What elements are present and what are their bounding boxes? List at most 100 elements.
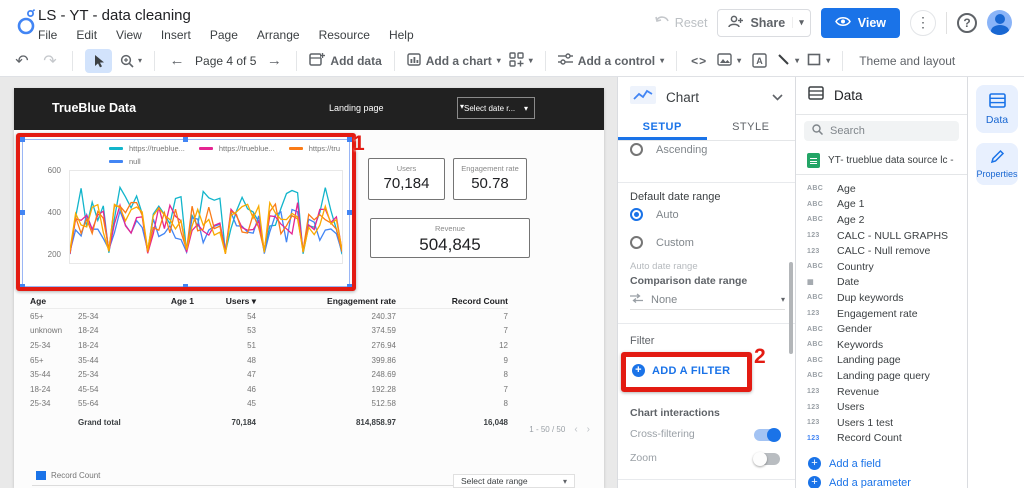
report-title[interactable]: LS - YT - data cleaning bbox=[38, 7, 191, 24]
add-image-button[interactable]: ▾ bbox=[717, 52, 741, 69]
shape-tool-button[interactable]: ▾ bbox=[807, 53, 830, 69]
rail-data-button[interactable]: Data bbox=[976, 85, 1018, 133]
table-row[interactable]: 65+ 35-44 48 399.86 9 bbox=[30, 353, 508, 368]
field-item[interactable]: ABC Landing page query bbox=[796, 368, 967, 384]
data-source-row[interactable]: YT- trueblue data source lc - Null test … bbox=[796, 147, 967, 175]
tab-style[interactable]: STYLE bbox=[707, 117, 796, 140]
redo-icon[interactable]: ↷ bbox=[40, 49, 60, 73]
comparison-date-range-select[interactable]: None ▾ bbox=[630, 290, 785, 310]
radio-selected-icon[interactable] bbox=[630, 208, 643, 221]
prev-page-icon[interactable]: ‹ bbox=[574, 424, 577, 435]
add-a-field-button[interactable]: + Add a field bbox=[808, 457, 881, 470]
cross-filtering-toggle[interactable] bbox=[754, 428, 781, 442]
annotation-number-1: 1 bbox=[353, 132, 365, 155]
legend-label[interactable]: Record Count bbox=[51, 471, 100, 480]
table-row[interactable]: 25-34 18-24 51 276.94 12 bbox=[30, 338, 508, 353]
column-header[interactable]: Age bbox=[30, 296, 78, 306]
table-pagination: 1 - 50 / 50 ‹ › bbox=[529, 424, 590, 435]
next-page-icon[interactable]: › bbox=[587, 424, 590, 435]
column-header[interactable]: Engagement rate bbox=[256, 296, 396, 306]
chart-interactions-label: Chart interactions bbox=[630, 407, 720, 419]
field-item[interactable]: 123 Engagement rate bbox=[796, 306, 967, 322]
menu-item[interactable]: Insert bbox=[161, 28, 191, 42]
table-row[interactable]: 25-34 55-64 45 512.58 8 bbox=[30, 397, 508, 412]
scorecard-users[interactable]: Users 70,184 bbox=[368, 158, 445, 200]
community-visualizations-button[interactable]: ▾ bbox=[509, 51, 533, 70]
add-a-parameter-button[interactable]: + Add a parameter bbox=[808, 476, 911, 488]
radio-icon[interactable] bbox=[630, 143, 643, 156]
rail-properties-button[interactable]: Properties bbox=[976, 143, 1018, 185]
field-item[interactable]: ABC Dup keywords bbox=[796, 290, 967, 306]
date-range-control[interactable]: Select date r... ▾ bbox=[457, 97, 535, 119]
menu-item[interactable]: Page bbox=[210, 28, 238, 42]
date-range-auto-option[interactable]: Auto bbox=[630, 208, 679, 221]
undo-icon[interactable]: ↶ bbox=[12, 49, 32, 73]
theme-and-layout-button[interactable]: Theme and layout bbox=[859, 54, 955, 68]
field-item[interactable]: ABC Age 1 bbox=[796, 197, 967, 213]
data-table[interactable]: Age Age 1 Users ▾ Engagement rate Record Cou… bbox=[30, 294, 508, 430]
report-canvas[interactable]: TrueBlue Data Landing page ▾ Select date… bbox=[0, 77, 617, 488]
menu-item[interactable]: View bbox=[116, 28, 142, 42]
previous-page-button[interactable]: ← bbox=[167, 49, 187, 73]
field-item[interactable]: ABC Keywords bbox=[796, 337, 967, 353]
menu-item[interactable]: Help bbox=[389, 28, 414, 42]
column-header[interactable]: Record Count bbox=[396, 296, 508, 306]
radio-icon[interactable] bbox=[630, 236, 643, 249]
more-options-button[interactable]: ⋮ bbox=[910, 9, 936, 36]
column-header[interactable]: Users ▾ bbox=[194, 296, 256, 307]
sort-ascending-option[interactable]: Ascending bbox=[630, 143, 707, 156]
divider bbox=[676, 50, 678, 71]
field-search-box[interactable]: Search bbox=[804, 121, 959, 141]
add-chart-button[interactable]: Add a chart ▾ bbox=[407, 52, 501, 69]
zoom-toggle[interactable] bbox=[753, 452, 780, 466]
panel-scrollbar[interactable] bbox=[789, 262, 793, 354]
field-item[interactable]: ABC Landing page bbox=[796, 353, 967, 369]
line-tool-button[interactable]: ▾ bbox=[777, 53, 799, 69]
field-item[interactable]: 123 CALC - Null remove bbox=[796, 243, 967, 259]
date-range-custom-option[interactable]: Custom bbox=[630, 236, 694, 249]
field-name: Country bbox=[837, 260, 874, 273]
chevron-down-icon[interactable] bbox=[772, 88, 783, 106]
landing-page-filter[interactable]: Landing page bbox=[329, 103, 384, 113]
menu-item[interactable]: Arrange bbox=[257, 28, 300, 42]
tab-setup[interactable]: SETUP bbox=[618, 117, 707, 140]
embed-url-icon[interactable]: <> bbox=[689, 49, 709, 73]
table-row[interactable]: unknown 18-24 53 374.59 7 bbox=[30, 324, 508, 339]
add-control-button[interactable]: Add a control ▾ bbox=[557, 53, 664, 68]
share-dropdown-caret-icon[interactable]: ▾ bbox=[792, 17, 804, 28]
view-button[interactable]: View bbox=[820, 7, 900, 38]
field-item[interactable]: 123 CALC - NULL GRAPHS bbox=[796, 228, 967, 244]
select-tool-button[interactable] bbox=[85, 48, 112, 73]
avatar[interactable] bbox=[987, 10, 1012, 35]
table-row[interactable]: 35-44 25-34 47 248.69 8 bbox=[30, 367, 508, 382]
field-item[interactable]: ABC Gender bbox=[796, 321, 967, 337]
field-item[interactable]: ▦ Date bbox=[796, 275, 967, 291]
report-page[interactable]: TrueBlue Data Landing page ▾ Select date… bbox=[14, 88, 604, 488]
add-data-button[interactable]: Add data bbox=[309, 52, 382, 69]
field-item[interactable]: ABC Age bbox=[796, 181, 967, 197]
looker-studio-logo-icon[interactable] bbox=[16, 8, 38, 40]
next-page-button[interactable]: → bbox=[264, 49, 284, 73]
table-row[interactable]: 65+ 25-34 54 240.37 7 bbox=[30, 309, 508, 324]
reset-button[interactable]: Reset bbox=[655, 15, 707, 30]
field-item[interactable]: 123 Revenue bbox=[796, 384, 967, 400]
text-tool-icon[interactable]: A bbox=[749, 49, 769, 73]
field-item[interactable]: ABC Country bbox=[796, 259, 967, 275]
share-button[interactable]: Share ▾ bbox=[717, 8, 811, 37]
zoom-tool-button[interactable]: ▾ bbox=[120, 49, 142, 73]
table-row[interactable]: 18-24 45-54 46 192.28 7 bbox=[30, 382, 508, 397]
field-item[interactable]: 123 Users bbox=[796, 399, 967, 415]
page-indicator[interactable]: Page 4 of 5 bbox=[195, 54, 256, 68]
scorecard-revenue[interactable]: Revenue 504,845 bbox=[370, 218, 530, 258]
menu-item[interactable]: Resource bbox=[319, 28, 370, 42]
column-header[interactable]: Age 1 bbox=[78, 296, 194, 306]
field-type-icon: 123 bbox=[807, 310, 820, 318]
scorecard-engagement-rate[interactable]: Engagement rate 50.78 bbox=[453, 158, 527, 200]
field-item[interactable]: 123 Users 1 test bbox=[796, 415, 967, 431]
menu-item[interactable]: Edit bbox=[76, 28, 97, 42]
field-item[interactable]: 123 Record Count bbox=[796, 431, 967, 447]
field-item[interactable]: ABC Age 2 bbox=[796, 212, 967, 228]
help-button[interactable]: ? bbox=[957, 12, 977, 33]
menu-item[interactable]: File bbox=[38, 28, 57, 42]
date-range-control[interactable]: Select date range ▾ bbox=[453, 474, 575, 488]
